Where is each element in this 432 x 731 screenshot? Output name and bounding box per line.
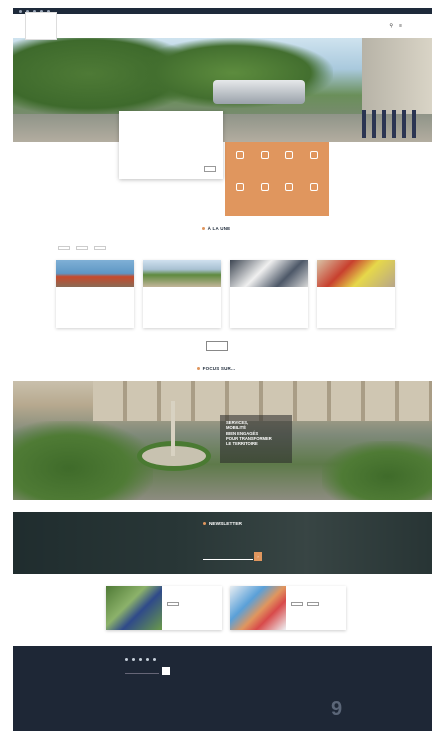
news-cards [56,260,396,328]
focus-section-title: FOCUS SUR... [0,366,432,371]
menu-icon[interactable]: ≡ [399,23,402,29]
hero-card-button[interactable] [204,166,216,172]
focus-card[interactable]: SERVICES, MOBILITÉ BIEN ENGAGÉS POUR TRA… [220,415,292,463]
une-tabs [58,246,106,250]
tab-2[interactable] [76,246,88,250]
hero-card [119,111,223,179]
news-card-image [143,260,221,287]
quick-access-item[interactable] [229,148,252,178]
badge-number: 9 [331,698,343,720]
quick-access-item[interactable] [303,180,326,210]
service-icon [236,151,245,159]
promo-image [230,586,286,630]
footer: 9 [13,646,432,731]
une-section-title: À LA UNE [0,226,432,231]
promo-button[interactable] [167,602,179,606]
service-icon [309,183,318,191]
quick-access-grid [225,142,329,216]
service-icon [236,183,245,191]
news-card[interactable] [143,260,221,328]
search-icon[interactable]: ⚲ [389,23,393,29]
twitter-icon[interactable] [132,658,135,661]
service-icon [285,151,294,159]
service-icon [260,183,269,191]
promo-button[interactable] [307,602,320,606]
quick-access-item[interactable] [278,180,301,210]
newsletter-title: NEWSLETTER [13,522,432,527]
tram-image [213,80,305,104]
footer-column [125,654,170,675]
newsletter-submit-button[interactable]: › [254,552,262,561]
tab-3[interactable] [94,246,106,250]
news-card-image [317,260,395,287]
service-icon [285,183,294,191]
footer-submit-button[interactable] [162,667,170,675]
facebook-icon[interactable] [125,658,128,661]
site-logo[interactable] [25,12,57,40]
linkedin-icon[interactable] [153,658,156,661]
facebook-icon[interactable] [19,9,22,13]
instagram-icon[interactable] [139,658,142,661]
news-card-image [230,260,308,287]
promo-card[interactable] [106,586,222,630]
promo-cards [106,586,346,630]
promo-card[interactable] [230,586,346,630]
news-card[interactable] [230,260,308,328]
service-icon [260,151,269,159]
quick-access-item[interactable] [303,148,326,178]
service-icon [309,151,318,159]
promo-button[interactable] [291,602,303,606]
main-header: ⚲ ≡ [13,12,432,40]
news-card[interactable] [317,260,395,328]
promo-image [106,586,162,630]
quick-access-item[interactable] [278,148,301,178]
youtube-icon[interactable] [146,658,149,661]
tab-1[interactable] [58,246,70,250]
quick-access-item[interactable] [229,180,252,210]
more-news-button[interactable] [206,341,228,351]
newsletter-email-input[interactable] [203,552,253,560]
footer-input[interactable] [125,668,159,674]
newsletter-section: NEWSLETTER › [13,512,432,574]
news-card-image [56,260,134,287]
quick-access-item[interactable] [254,148,277,178]
quick-access-item[interactable] [254,180,277,210]
news-card[interactable] [56,260,134,328]
